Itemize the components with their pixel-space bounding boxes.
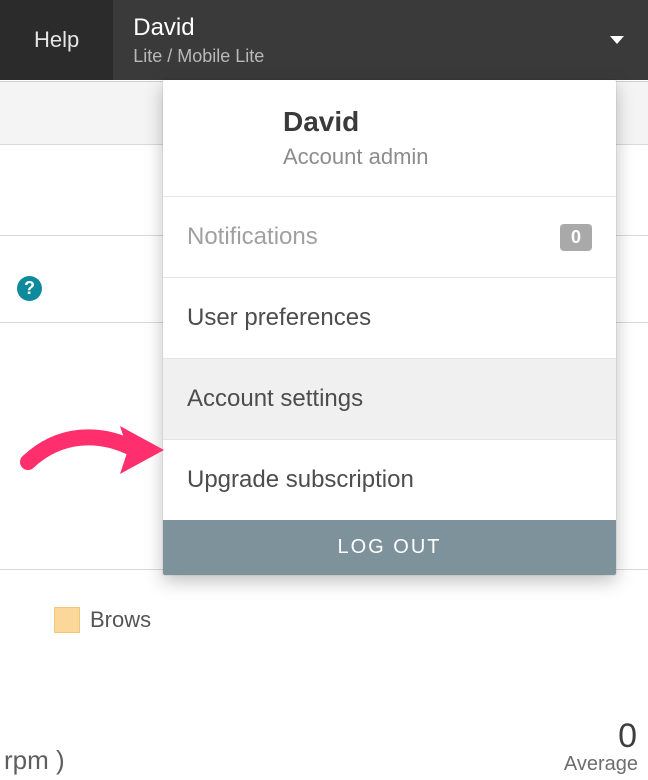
- user-plan: Lite / Mobile Lite: [133, 45, 264, 68]
- user-primary-name: David: [133, 13, 264, 43]
- logout-button[interactable]: LOG OUT: [163, 520, 616, 575]
- account-settings-item[interactable]: Account settings: [163, 359, 616, 439]
- metric-unit: rpm ): [4, 745, 65, 776]
- menu-item-label: Upgrade subscription: [187, 466, 414, 494]
- notifications-label: Notifications: [187, 223, 318, 251]
- annotation-arrow-icon: [20, 418, 164, 482]
- user-menu-names: David Lite / Mobile Lite: [133, 13, 264, 68]
- legend-item[interactable]: Brows: [54, 607, 151, 633]
- help-label: Help: [34, 27, 79, 53]
- dropdown-header: David Account admin: [163, 80, 616, 196]
- chevron-down-icon: [610, 36, 624, 44]
- menu-item-label: User preferences: [187, 304, 371, 332]
- legend-label: Brows: [90, 607, 151, 633]
- menu-item-label: Account settings: [187, 385, 363, 413]
- page-body: ? Brows rpm ) 0 Average David Account ad…: [0, 80, 648, 780]
- metric-label: Average: [564, 753, 638, 776]
- dropdown-subtitle: Account admin: [283, 144, 596, 170]
- dropdown-title: David: [283, 106, 596, 138]
- user-menu-trigger[interactable]: David Lite / Mobile Lite: [113, 0, 648, 80]
- logout-label: LOG OUT: [337, 536, 441, 558]
- help-icon-glyph: ?: [24, 278, 35, 299]
- user-dropdown: David Account admin Notifications 0 User…: [163, 80, 616, 575]
- upgrade-subscription-item[interactable]: Upgrade subscription: [163, 440, 616, 520]
- topbar: Help David Lite / Mobile Lite: [0, 0, 648, 80]
- metric-readout: 0 Average: [564, 719, 638, 776]
- metric-row: rpm ) 0 Average: [0, 719, 648, 780]
- legend-swatch-icon: [54, 607, 80, 633]
- notifications-badge: 0: [560, 224, 592, 251]
- user-preferences-item[interactable]: User preferences: [163, 278, 616, 358]
- metric-value: 0: [564, 719, 638, 753]
- help-menu[interactable]: Help: [0, 0, 113, 80]
- help-icon[interactable]: ?: [17, 276, 42, 301]
- notifications-item[interactable]: Notifications 0: [163, 197, 616, 277]
